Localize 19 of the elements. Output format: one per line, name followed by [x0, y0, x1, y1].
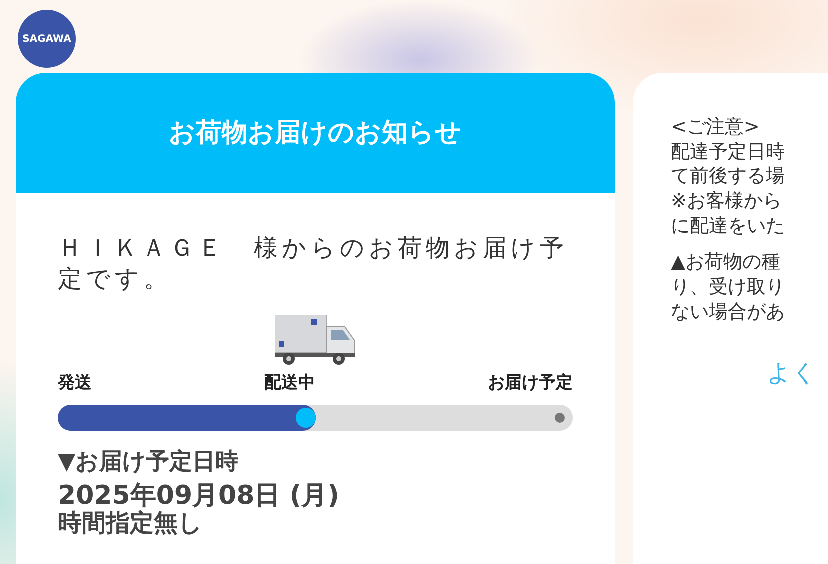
notice-text: <ご注意> — [671, 115, 761, 140]
delivery-time: 時間指定無し — [58, 510, 204, 536]
step-label: お届け予定 — [488, 372, 573, 396]
logo[interactable]: SAGAWA — [18, 10, 76, 68]
notice-text: て前後する場 — [671, 164, 786, 190]
delivery-heading: ▼お届け予定日時 — [58, 448, 240, 477]
truck-icon — [275, 315, 357, 368]
notice-text: ない場合があ — [671, 300, 786, 324]
notice-text: 配達予定日時 — [671, 140, 786, 164]
end-dot — [555, 412, 565, 423]
step-label: 発送 — [58, 372, 92, 396]
notice-text: に配達をいた — [671, 214, 786, 238]
message-text: ＨＩＫＡＧＥ 様からのお荷物お届け予定です。 — [58, 233, 569, 296]
step-label: 配送中 — [264, 372, 316, 396]
card-title: お荷物お届けのお知らせ — [16, 73, 615, 193]
notice-text: ▲お荷物の種 — [671, 250, 782, 276]
delivery-date: 2025年09月08日 (月) — [58, 483, 341, 511]
notice-text: ※お客様から — [671, 189, 783, 214]
notice-text: り、受け取り — [671, 275, 786, 300]
